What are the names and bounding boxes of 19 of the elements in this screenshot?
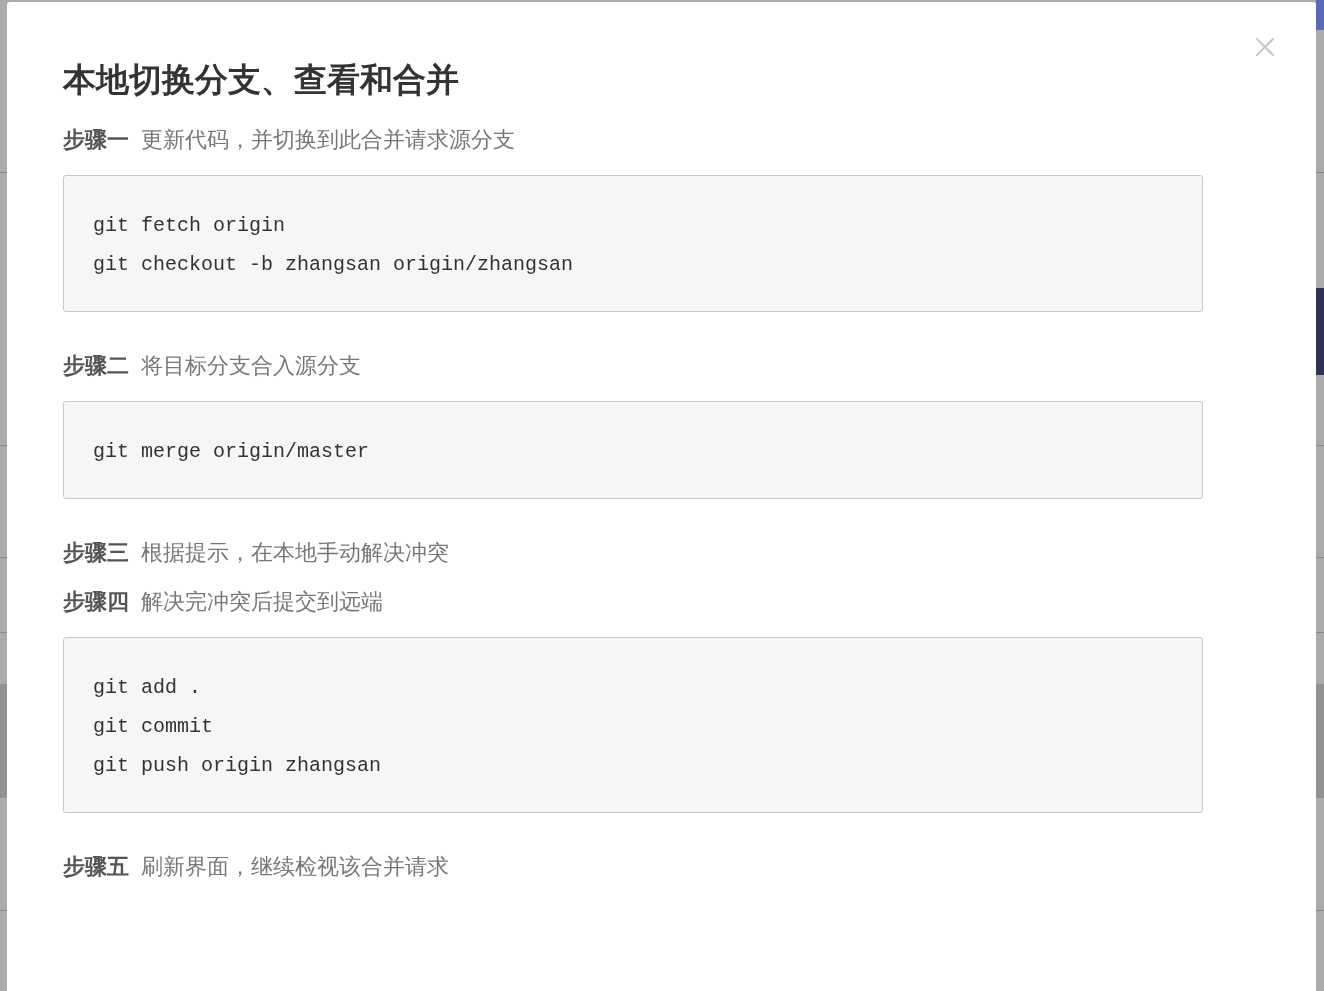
step-label: 步骤三 [63,540,129,567]
step-text: 解决完冲突后提交到远端 [141,589,383,616]
close-icon [1256,38,1274,56]
close-button[interactable] [1254,36,1276,58]
step-label: 步骤一 [63,127,129,154]
code-line: git commit [93,714,214,740]
code-line: git add . [93,675,202,701]
step-label: 步骤五 [63,854,129,881]
step-text: 刷新界面，继续检视该合并请求 [141,854,449,881]
code-line: git push origin zhangsan [93,753,382,779]
code-line: git fetch origin [93,213,286,239]
step-text: 更新代码，并切换到此合并请求源分支 [141,127,515,154]
step-text: 根据提示，在本地手动解决冲突 [141,540,449,567]
step-label: 步骤二 [63,353,129,380]
step-text: 将目标分支合入源分支 [141,353,361,380]
code-line: git checkout -b zhangsan origin/zhangsan [93,252,574,278]
step-label: 步骤四 [63,589,129,616]
dialog-title: 本地切换分支、查看和合并 [63,60,459,100]
code-line: git merge origin/master [93,439,370,465]
